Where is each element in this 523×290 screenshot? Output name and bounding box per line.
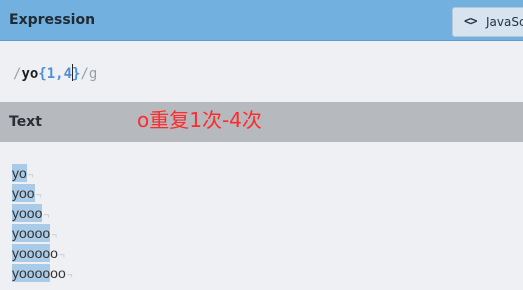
end-of-line-marker: ¬ [43, 210, 50, 221]
text-line[interactable]: yooooo¬ [12, 243, 73, 263]
match-highlight[interactable]: yoooo [12, 264, 51, 282]
expression-panel-header: Expression <> JavaScript [0, 0, 523, 41]
regex-flavor-label: JavaScript [486, 15, 523, 29]
text-line[interactable]: yoooooo¬ [12, 263, 73, 283]
annotation-note: o重复1次-4次 [137, 108, 262, 132]
text-title: Text [9, 114, 42, 130]
regex-expression[interactable]: /yo{1,4}/g [13, 64, 97, 83]
regex-quantifier: {1,4 [38, 66, 73, 82]
end-of-line-marker: ¬ [27, 170, 34, 181]
match-highlight[interactable]: yo [12, 164, 27, 182]
text-line[interactable]: yooo¬ [12, 203, 73, 223]
regex-literal: yo [21, 66, 39, 82]
regex-close-slash: / [80, 66, 89, 82]
unmatched-text: oo [50, 265, 66, 281]
code-brackets-icon: <> [464, 14, 477, 28]
text-line[interactable]: yoo¬ [12, 183, 73, 203]
regex-flavor-button[interactable]: <> JavaScript [452, 7, 523, 37]
end-of-line-marker: ¬ [51, 230, 57, 241]
regex-flags[interactable]: g [89, 66, 97, 82]
match-highlight[interactable]: yoooo [12, 244, 51, 262]
end-of-line-marker: ¬ [66, 270, 73, 281]
test-text-lines[interactable]: yo¬ yoo¬ yooo¬ yoooo¬ yooooo¬ yoooooo¬ [12, 163, 73, 283]
match-highlight[interactable]: yoooo [12, 224, 51, 242]
unmatched-text: o [50, 245, 58, 261]
match-highlight[interactable]: yoo [12, 184, 35, 202]
text-line[interactable]: yo¬ [12, 163, 73, 183]
match-highlight[interactable]: yooo [12, 204, 43, 222]
end-of-line-marker: ¬ [35, 190, 42, 201]
expression-editor[interactable]: /yo{1,4}/g [0, 41, 523, 102]
test-text-editor[interactable]: yo¬ yoo¬ yooo¬ yoooo¬ yooooo¬ yoooooo¬ [0, 142, 523, 290]
expression-title: Expression [9, 12, 96, 28]
text-line[interactable]: yoooo¬ [12, 223, 73, 243]
end-of-line-marker: ¬ [58, 250, 65, 261]
